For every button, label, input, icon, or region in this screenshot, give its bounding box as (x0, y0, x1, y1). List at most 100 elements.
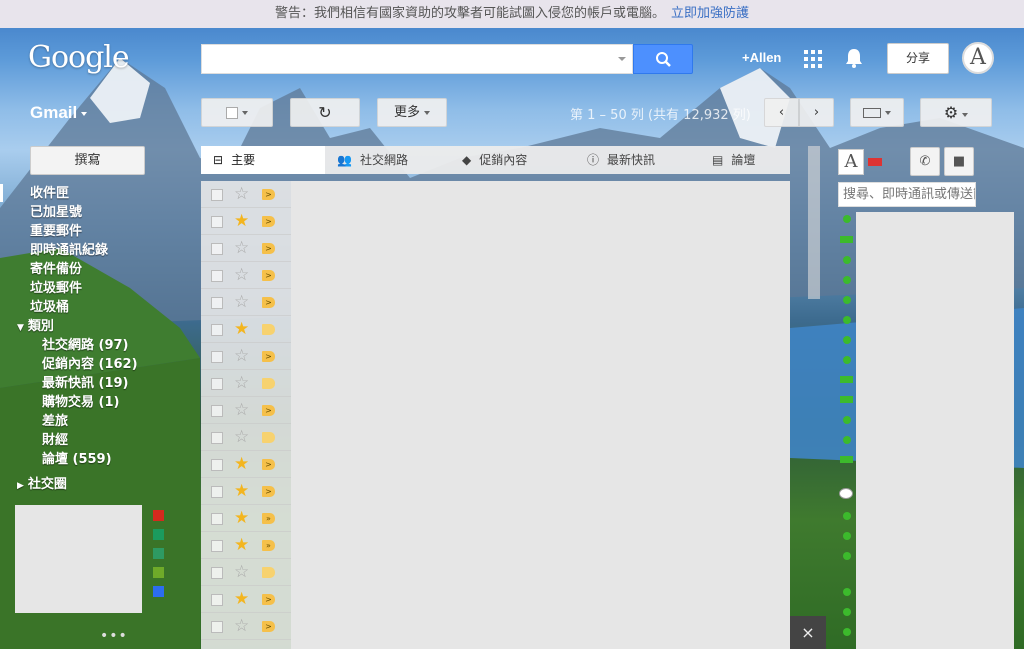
tab-primary[interactable]: ⊟ 主要 (201, 146, 325, 174)
sidebar-item-travel[interactable]: 差旅 (30, 412, 138, 431)
importance-marker-icon[interactable] (262, 432, 275, 443)
star-icon[interactable]: ☆ (234, 562, 249, 582)
settings-button[interactable]: ⚙ (920, 98, 992, 127)
star-icon[interactable]: ☆ (234, 427, 249, 447)
user-name-link[interactable]: +Allen (742, 50, 781, 65)
star-icon[interactable]: ★ (234, 508, 249, 528)
sidebar-item-finance[interactable]: 財經 (30, 431, 138, 450)
star-icon[interactable]: ★ (234, 481, 249, 501)
sidebar-item-promotions[interactable]: 促銷內容 (162) (30, 355, 138, 374)
apps-grid-icon[interactable] (804, 50, 822, 68)
table-row[interactable]: ☆ > (201, 289, 291, 316)
row-checkbox[interactable] (211, 594, 223, 606)
row-checkbox[interactable] (211, 270, 223, 282)
sidebar-item-categories[interactable]: ▼ 類別 (17, 317, 138, 336)
star-icon[interactable]: ★ (234, 211, 249, 231)
importance-marker-icon[interactable]: > (262, 594, 275, 605)
sidebar-item-circles[interactable]: ▶ 社交圈 (17, 475, 138, 494)
phone-call-button[interactable]: ✆ (910, 147, 940, 176)
star-icon[interactable]: ☆ (234, 346, 249, 366)
sidebar-item-inbox[interactable]: 收件匣 (30, 184, 138, 203)
table-row[interactable]: ☆ > (201, 397, 291, 424)
table-row[interactable]: ☆ (201, 424, 291, 451)
table-row[interactable]: ☆ > (201, 181, 291, 208)
sidebar-item-spam[interactable]: 垃圾郵件 (30, 279, 138, 298)
sidebar-item-trash[interactable]: 垃圾桶 (30, 298, 138, 317)
row-checkbox[interactable] (211, 189, 223, 201)
table-row[interactable]: ★» (201, 505, 291, 532)
video-call-button[interactable]: ■ (944, 147, 974, 176)
row-checkbox[interactable] (211, 405, 223, 417)
tab-promotions[interactable]: ◆ 促銷內容 (450, 146, 575, 174)
importance-marker-icon[interactable]: > (262, 189, 275, 200)
chat-search-input[interactable]: 搜尋、即時通訊或傳送簡訊 (838, 182, 976, 207)
table-row[interactable]: ☆ > (201, 235, 291, 262)
importance-marker-icon[interactable] (262, 324, 275, 335)
sidebar-item-updates[interactable]: 最新快訊 (19) (30, 374, 138, 393)
star-icon[interactable]: ☆ (234, 616, 249, 636)
importance-marker-icon[interactable] (262, 378, 275, 389)
importance-marker-icon[interactable]: » (262, 513, 275, 524)
select-all-button[interactable] (201, 98, 273, 127)
close-button[interactable]: × (790, 616, 826, 649)
table-row[interactable]: ☆ > (201, 262, 291, 289)
table-row[interactable]: ★ > (201, 586, 291, 613)
sidebar-item-important[interactable]: 重要郵件 (30, 222, 138, 241)
sidebar-item-purchases[interactable]: 購物交易 (1) (30, 393, 138, 412)
next-page-button[interactable]: › (799, 98, 834, 127)
table-row[interactable]: ★ > (201, 451, 291, 478)
input-tools-button[interactable] (850, 98, 904, 127)
scrollbar[interactable] (808, 146, 820, 299)
table-row[interactable]: ☆ (201, 559, 291, 586)
google-logo[interactable]: Google (28, 40, 130, 75)
compose-button[interactable]: 撰寫 (30, 146, 145, 175)
star-icon[interactable]: ☆ (234, 265, 249, 285)
label-color-swatch[interactable] (153, 586, 164, 597)
row-checkbox[interactable] (211, 378, 223, 390)
gmail-menu[interactable]: Gmail (30, 103, 88, 123)
importance-marker-icon[interactable] (262, 567, 275, 578)
search-input[interactable] (201, 44, 633, 74)
row-checkbox[interactable] (211, 621, 223, 633)
star-icon[interactable]: ★ (234, 589, 249, 609)
more-dots[interactable]: ••• (100, 628, 128, 644)
search-button[interactable] (633, 44, 693, 74)
star-icon[interactable]: ★ (234, 535, 249, 555)
row-checkbox[interactable] (211, 297, 223, 309)
importance-marker-icon[interactable]: > (262, 297, 275, 308)
star-icon[interactable]: ☆ (234, 184, 249, 204)
row-checkbox[interactable] (211, 486, 223, 498)
sidebar-item-social[interactable]: 社交網路 (97) (30, 336, 138, 355)
warning-link[interactable]: 立即加強防護 (671, 6, 749, 21)
more-button[interactable]: 更多 (377, 98, 447, 127)
row-checkbox[interactable] (211, 459, 223, 471)
share-button[interactable]: 分享 (887, 43, 949, 74)
importance-marker-icon[interactable]: > (262, 459, 275, 470)
chat-avatar[interactable]: A (838, 149, 864, 175)
table-row[interactable]: ★ > (201, 208, 291, 235)
row-checkbox[interactable] (211, 324, 223, 336)
prev-page-button[interactable]: ‹ (764, 98, 799, 127)
star-icon[interactable]: ☆ (234, 400, 249, 420)
star-icon[interactable]: ☆ (234, 292, 249, 312)
row-checkbox[interactable] (211, 243, 223, 255)
search-options-dropdown[interactable] (618, 57, 626, 61)
star-icon[interactable]: ☆ (234, 373, 249, 393)
importance-marker-icon[interactable]: » (262, 540, 275, 551)
importance-marker-icon[interactable]: > (262, 486, 275, 497)
star-icon[interactable]: ☆ (234, 238, 249, 258)
sidebar-item-sent[interactable]: 寄件備份 (30, 260, 138, 279)
sidebar-item-forums[interactable]: 論壇 (559) (30, 450, 138, 469)
avatar[interactable]: A (962, 42, 994, 74)
row-checkbox[interactable] (211, 351, 223, 363)
table-row[interactable]: ☆ > (201, 613, 291, 640)
importance-marker-icon[interactable]: > (262, 243, 275, 254)
row-checkbox[interactable] (211, 216, 223, 228)
label-color-swatch[interactable] (153, 529, 164, 540)
label-color-swatch[interactable] (153, 548, 164, 559)
sidebar-item-chats[interactable]: 即時通訊紀錄 (30, 241, 138, 260)
row-checkbox[interactable] (211, 432, 223, 444)
importance-marker-icon[interactable]: > (262, 351, 275, 362)
importance-marker-icon[interactable]: > (262, 216, 275, 227)
importance-marker-icon[interactable]: > (262, 270, 275, 281)
